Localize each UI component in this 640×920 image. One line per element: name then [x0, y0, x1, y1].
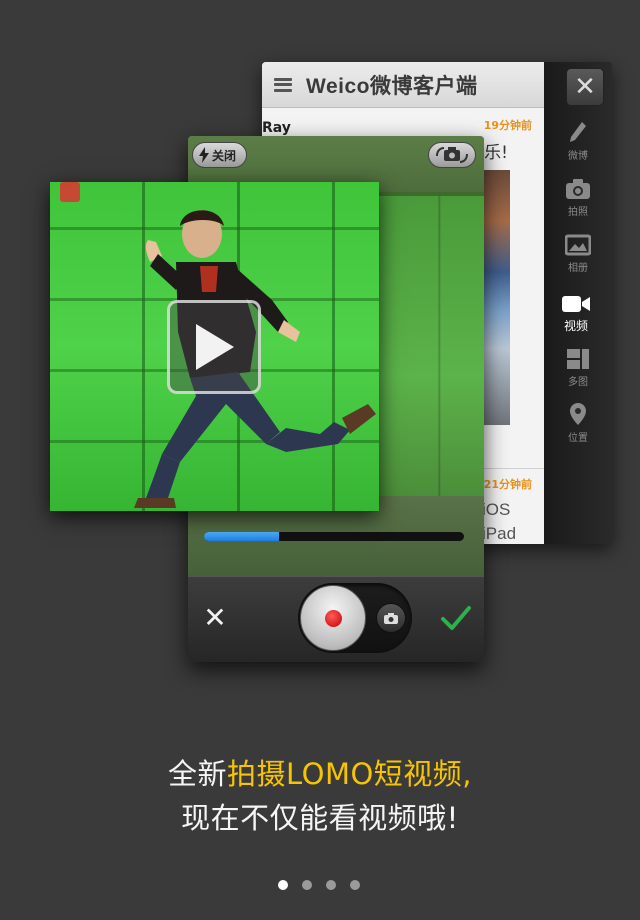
sidebar-item-label: 微博 [568, 151, 588, 162]
recording-progress-fill [204, 532, 280, 541]
sidebar-item-label: 视频 [563, 319, 588, 333]
page-dot[interactable] [278, 880, 288, 890]
camera-icon [566, 179, 590, 199]
grid-icon [567, 349, 589, 369]
page-dot[interactable] [326, 880, 336, 890]
record-button[interactable] [300, 585, 366, 651]
record-dot-icon [325, 610, 342, 627]
sidebar-item-location[interactable]: 位置 [544, 402, 612, 444]
feed-author[interactable]: Ray [262, 120, 291, 136]
caption-highlight: 拍摄LOMO短视频, [227, 757, 473, 791]
menu-icon[interactable] [274, 77, 292, 92]
sidebar-item-multi[interactable]: 多图 [544, 348, 612, 388]
sidebar-item-weibo[interactable]: 微博 [544, 120, 612, 162]
checkmark-icon [441, 606, 471, 630]
switch-camera-button[interactable] [428, 142, 476, 168]
cancel-button[interactable]: ✕ [202, 604, 228, 632]
camera-preview-scene [378, 196, 484, 496]
close-icon: ✕ [574, 72, 596, 102]
video-camera-icon [562, 296, 590, 312]
flash-label: 关闭 [212, 148, 237, 163]
page-dot[interactable] [350, 880, 360, 890]
feed-text: 乐! [484, 143, 508, 163]
play-icon [196, 324, 234, 370]
feed-photo[interactable] [484, 170, 510, 425]
location-pin-icon [570, 403, 586, 425]
video-thumbnail[interactable] [50, 182, 379, 511]
flash-icon [199, 147, 209, 163]
sidebar-item-label: 位置 [568, 433, 588, 444]
app-sidebar: ✕ 微博 拍照 相册 视频 多图 位置 [544, 62, 612, 544]
recording-progress-bar [204, 532, 464, 541]
camera-icon [384, 612, 398, 624]
caption-line-2: 现在不仅能看视频哦! [181, 801, 459, 835]
sidebar-item-label: 多图 [568, 377, 588, 388]
switch-camera-icon [436, 147, 468, 163]
camera-toolbar: ✕ [188, 576, 484, 662]
feed-time-2: 21分钟前 [483, 478, 532, 491]
sidebar-item-label: 相册 [568, 263, 588, 274]
caption-prefix: 全新 [167, 757, 227, 791]
feed-text-2a: iOS [482, 500, 511, 519]
cancel-icon: ✕ [203, 601, 227, 634]
sidebar-item-video[interactable]: 视频 [542, 294, 610, 334]
play-button[interactable] [167, 300, 261, 394]
sidebar-item-label: 拍照 [568, 207, 588, 218]
page-dot[interactable] [302, 880, 312, 890]
app-header: Weico微博客户端 [262, 62, 544, 108]
app-title: Weico微博客户端 [306, 74, 478, 98]
pencil-icon [570, 122, 586, 142]
feed-time: 19分钟前 [483, 119, 532, 132]
album-icon [565, 234, 591, 256]
feature-caption: 全新拍摄LOMO短视频, 现在不仅能看视频哦! [0, 752, 640, 840]
sidebar-item-photo[interactable]: 拍照 [544, 178, 612, 218]
close-button[interactable]: ✕ [566, 68, 604, 106]
photo-mode-button[interactable] [376, 603, 406, 633]
caption-line-1: 全新拍摄LOMO短视频, [0, 752, 640, 796]
sidebar-item-album[interactable]: 相册 [544, 234, 612, 274]
feed-text-2b: iPad [482, 524, 517, 543]
page-indicator [278, 880, 360, 890]
flash-toggle-button[interactable]: 关闭 [192, 142, 248, 168]
confirm-button[interactable] [440, 603, 472, 633]
